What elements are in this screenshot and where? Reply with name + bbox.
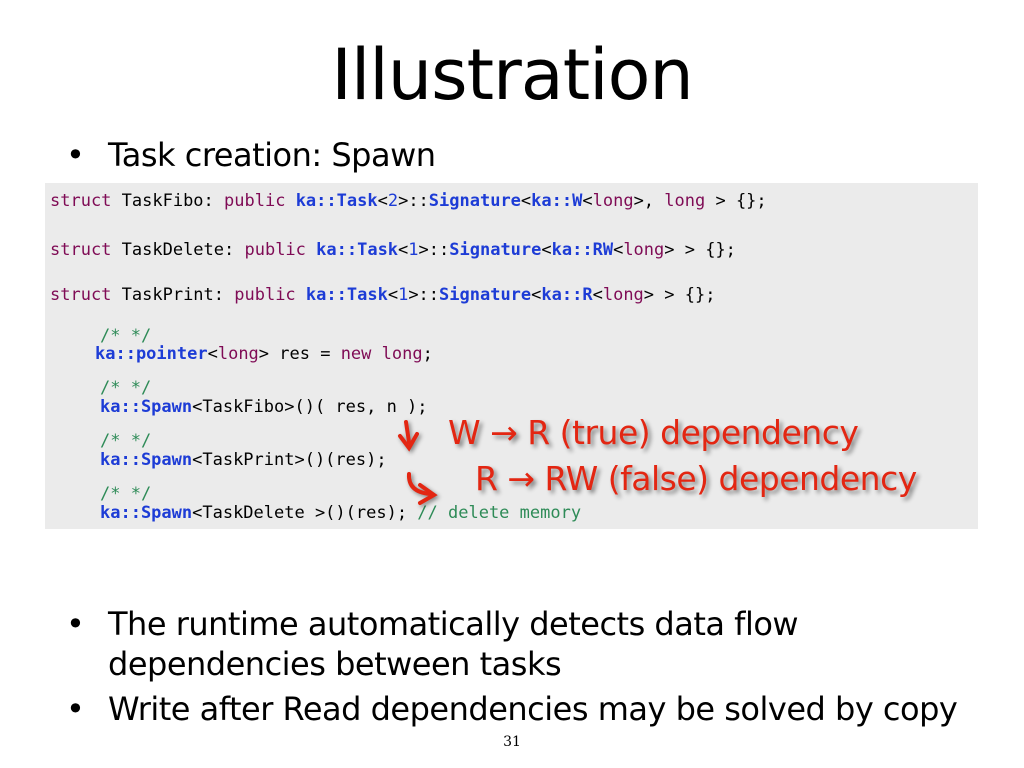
annotation-true-dependency: W → R (true) dependency (448, 413, 859, 452)
bullet-write-after-read: • Write after Read dependencies may be s… (66, 689, 958, 729)
page-number: 31 (503, 734, 521, 750)
annotation-false-dependency: R → RW (false) dependency (475, 459, 917, 498)
bullet-text: Write after Read dependencies may be sol… (108, 690, 958, 728)
bullet-dot-icon: • (66, 605, 85, 643)
arrow-true-dependency-line (404, 420, 411, 444)
bullet-runtime-detects: • The runtime automatically detects data… (66, 604, 978, 684)
bullet-dot-icon: • (66, 690, 85, 728)
bullet-text: The runtime automatically detects data f… (108, 605, 799, 683)
